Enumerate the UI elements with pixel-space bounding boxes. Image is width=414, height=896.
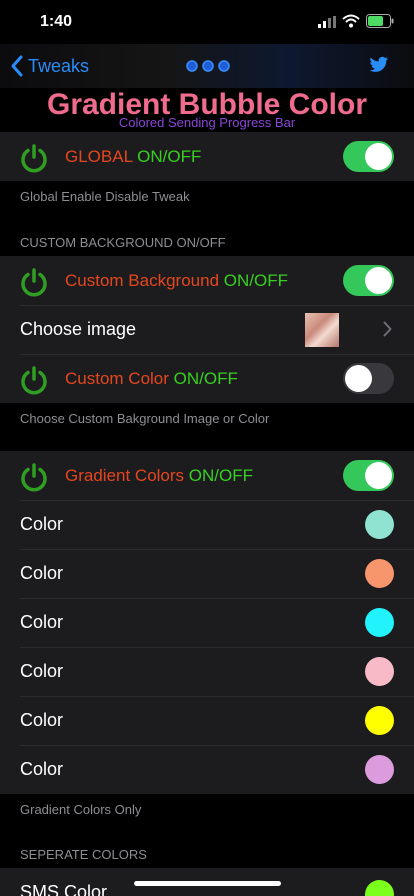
choose-image-label: Choose image	[20, 319, 137, 339]
global-group: GLOBAL ON/OFF	[0, 132, 414, 181]
wifi-icon	[342, 14, 360, 28]
global-toggle[interactable]	[343, 141, 394, 172]
gradient-colors-toggle[interactable]	[343, 460, 394, 491]
global-label: GLOBAL ON/OFF	[65, 147, 201, 167]
color-label: Color	[20, 563, 64, 583]
global-toggle-row: GLOBAL ON/OFF	[0, 132, 414, 181]
color-swatch[interactable]	[365, 608, 394, 637]
toggle-knob	[345, 365, 372, 392]
power-icon	[21, 463, 47, 492]
sms-color-label: SMS Color	[20, 882, 108, 896]
color-swatch[interactable]	[365, 559, 394, 588]
toggle-knob	[365, 143, 392, 170]
custom-background-label-main: Custom Background	[65, 270, 220, 290]
chevron-right-icon	[383, 321, 392, 337]
color-swatch[interactable]	[365, 657, 394, 686]
custom-background-section-header: CUSTOM BACKGROUND ON/OFF	[20, 235, 226, 250]
separate-colors-section-header: SEPERATE COLORS	[20, 847, 147, 862]
custom-color-label: Custom Color ON/OFF	[65, 369, 238, 389]
custom-color-toggle[interactable]	[343, 363, 394, 394]
status-time: 1:40	[40, 13, 73, 30]
color-swatch[interactable]	[365, 755, 394, 784]
custom-background-label: Custom Background ON/OFF	[65, 271, 288, 291]
color-label: Color	[20, 759, 64, 779]
gradient-colors-toggle-row: Gradient Colors ON/OFF	[0, 451, 414, 500]
page-dots-icon	[186, 60, 230, 72]
custom-background-row: Custom Background ON/OFF	[0, 256, 414, 305]
battery-icon	[366, 14, 394, 28]
choose-image-row[interactable]: Choose image	[0, 305, 414, 354]
color-row-1[interactable]: Color	[0, 500, 414, 549]
color-row-5[interactable]: Color	[0, 696, 414, 745]
custom-background-label-suffix: ON/OFF	[219, 270, 288, 290]
sms-color-swatch[interactable]	[365, 880, 394, 896]
gradient-colors-group: Gradient Colors ON/OFF Color Color Color…	[0, 451, 414, 794]
power-icon	[21, 268, 47, 297]
global-footer: Global Enable Disable Tweak	[20, 189, 190, 204]
gradient-colors-footer: Gradient Colors Only	[20, 802, 142, 817]
selected-image-thumbnail	[305, 313, 339, 347]
page-subtitle: Colored Sending Progress Bar	[118, 115, 296, 130]
custom-color-label-suffix: ON/OFF	[168, 368, 238, 388]
color-row-6[interactable]: Color	[0, 745, 414, 794]
gradient-colors-label-main: Gradient Colors	[65, 465, 185, 485]
custom-color-label-main: Custom Color	[65, 368, 169, 388]
color-swatch[interactable]	[365, 706, 394, 735]
color-label: Color	[20, 661, 64, 681]
custom-background-group: Custom Background ON/OFF Choose image Cu…	[0, 256, 414, 403]
toggle-knob	[365, 462, 392, 489]
gradient-colors-label: Gradient Colors ON/OFF	[65, 466, 253, 486]
status-bar: 1:40	[0, 0, 414, 44]
color-swatch[interactable]	[365, 510, 394, 539]
global-label-suffix: ON/OFF	[132, 146, 202, 166]
color-row-4[interactable]: Color	[0, 647, 414, 696]
toggle-knob	[365, 267, 392, 294]
back-button-label: Tweaks	[28, 55, 90, 76]
back-button[interactable]: Tweaks	[10, 54, 89, 78]
color-label: Color	[20, 612, 64, 632]
chevron-left-icon	[11, 55, 23, 77]
custom-background-toggle[interactable]	[343, 265, 394, 296]
custom-background-footer: Choose Custom Bakground Image or Color	[20, 411, 270, 426]
global-label-main: GLOBAL	[65, 146, 133, 166]
power-icon	[21, 144, 47, 173]
color-row-2[interactable]: Color	[0, 549, 414, 598]
navigation-bar: Tweaks	[0, 44, 414, 88]
color-label: Color	[20, 710, 64, 730]
color-label: Color	[20, 514, 64, 534]
power-icon	[21, 366, 47, 395]
gradient-colors-label-suffix: ON/OFF	[184, 465, 254, 485]
twitter-icon[interactable]	[369, 56, 389, 74]
signal-icon	[318, 16, 336, 28]
home-indicator	[134, 881, 281, 886]
color-row-3[interactable]: Color	[0, 598, 414, 647]
custom-color-row: Custom Color ON/OFF	[0, 354, 414, 403]
